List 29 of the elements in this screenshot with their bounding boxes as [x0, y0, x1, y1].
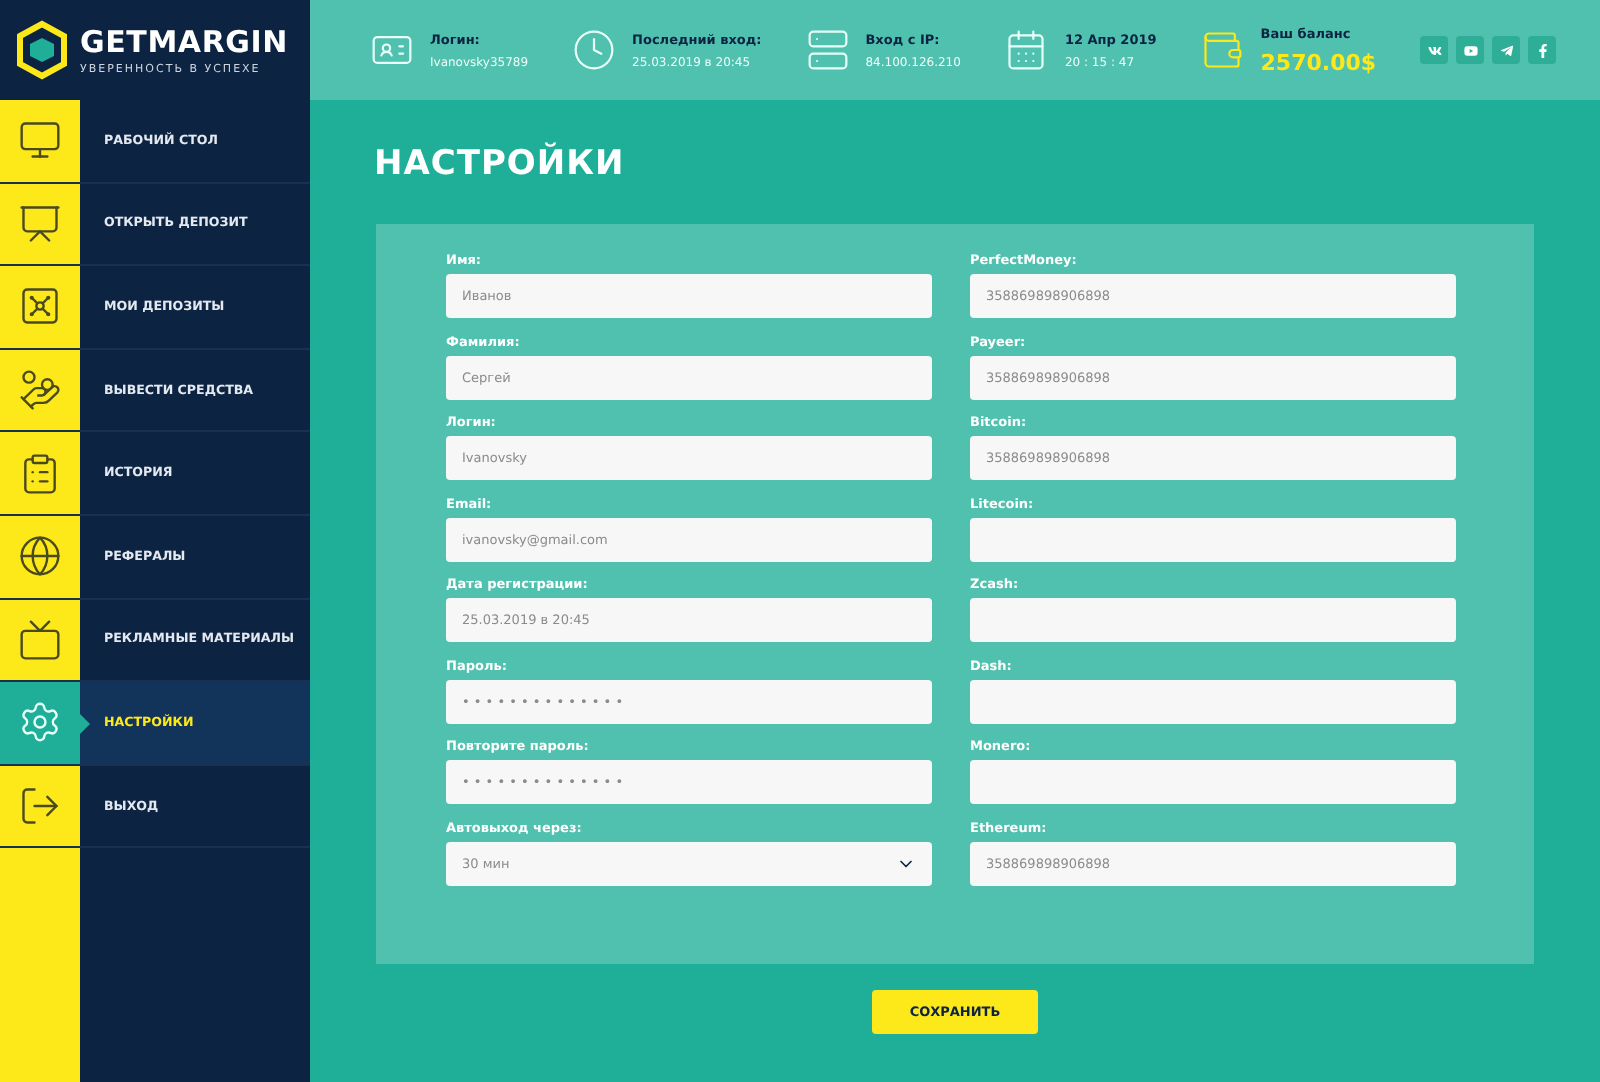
social-button[interactable]	[1528, 36, 1557, 64]
settings-icon	[18, 700, 62, 745]
input-field[interactable]	[970, 679, 1456, 723]
input-field[interactable]	[970, 760, 1456, 804]
balance-value: 2570.00$	[1260, 49, 1377, 75]
wallet-icon	[1200, 28, 1245, 72]
youtube-icon	[1463, 43, 1478, 57]
presentation-board-icon	[18, 201, 62, 246]
globe-icon	[18, 534, 62, 579]
screen-icon	[18, 617, 62, 662]
vk-icon	[1427, 43, 1442, 57]
server-icon	[805, 28, 850, 72]
clipboard-icon	[18, 451, 62, 496]
page-title: НАСТРОЙКИ	[374, 144, 627, 184]
safe-icon	[18, 284, 62, 329]
hand-coins-icon	[18, 368, 62, 413]
logo-text: GETMARGIN	[80, 24, 289, 60]
clock-icon	[572, 28, 617, 72]
calendar-icon	[1004, 28, 1049, 72]
exit-icon	[18, 784, 62, 829]
input-field[interactable]	[970, 598, 1456, 642]
monitor-icon	[18, 118, 62, 163]
social-button[interactable]	[1456, 36, 1485, 64]
telegram-icon	[1499, 43, 1514, 57]
logo-icon	[16, 20, 68, 80]
social-button[interactable]	[1492, 36, 1521, 64]
input-field[interactable]	[970, 517, 1456, 561]
social-button[interactable]	[1420, 36, 1449, 64]
facebook-icon	[1535, 43, 1550, 57]
